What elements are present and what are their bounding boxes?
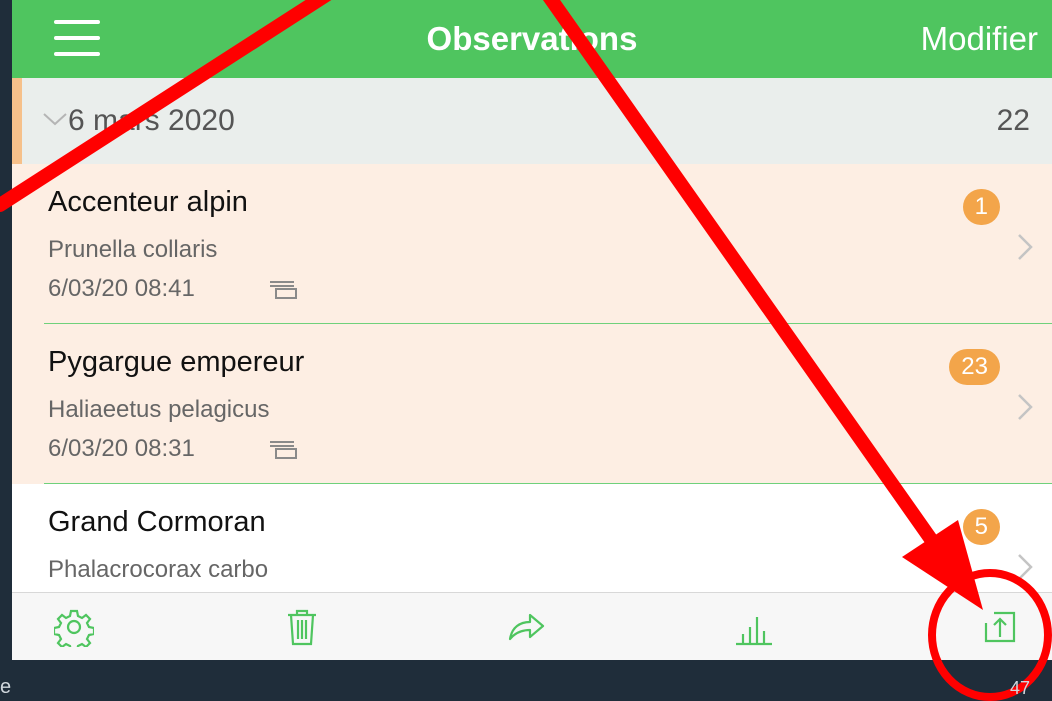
- page-title: Observations: [426, 20, 638, 57]
- chevron-right-icon: [1018, 394, 1033, 420]
- chevron-right-icon: [1018, 234, 1033, 260]
- date-section-header[interactable]: 6 mars 2020 22: [12, 78, 1052, 164]
- species-latin-name: Haliaeetus pelagicus: [48, 396, 270, 423]
- observation-row[interactable]: Pygargue empereur Haliaeetus pelagicus 6…: [12, 324, 1052, 484]
- bottom-toolbar: [12, 592, 1052, 660]
- section-count: 22: [996, 104, 1030, 137]
- species-name: Pygargue empereur: [48, 346, 305, 378]
- species-latin-name: Prunella collaris: [48, 236, 218, 263]
- chevron-right-icon: [1018, 554, 1033, 580]
- count-badge: 5: [962, 509, 1000, 545]
- species-latin-name: Phalacrocorax carbo: [48, 556, 269, 583]
- slide-page-number: 47: [1009, 678, 1030, 698]
- multiple-items-icon: [270, 441, 297, 459]
- share-arrow-icon[interactable]: [506, 607, 546, 647]
- trash-icon[interactable]: [282, 607, 322, 647]
- observation-datetime: 6/03/20 08:31: [48, 435, 195, 462]
- chevron-down-icon: [43, 113, 67, 126]
- species-name: Accenteur alpin: [48, 186, 248, 218]
- multiple-items-icon: [270, 281, 297, 299]
- observation-row[interactable]: Accenteur alpin Prunella collaris 6/03/2…: [12, 164, 1052, 324]
- count-badge: 23: [949, 349, 1000, 385]
- nav-bar: Observations Modifier: [12, 0, 1052, 78]
- count-badge: 1: [962, 189, 1000, 225]
- species-name: Grand Cormoran: [48, 506, 266, 538]
- edit-button[interactable]: Modifier: [921, 0, 1038, 78]
- slide-footer-text: e: [0, 676, 12, 698]
- gear-icon[interactable]: [54, 607, 94, 647]
- chart-icon[interactable]: [734, 607, 774, 647]
- section-date: 6 mars 2020: [68, 104, 235, 137]
- observation-datetime: 6/03/20 08:41: [48, 275, 195, 302]
- export-icon[interactable]: [980, 607, 1020, 647]
- phone-screen: Observations Modifier 6 mars 2020 22 Acc…: [12, 0, 1052, 660]
